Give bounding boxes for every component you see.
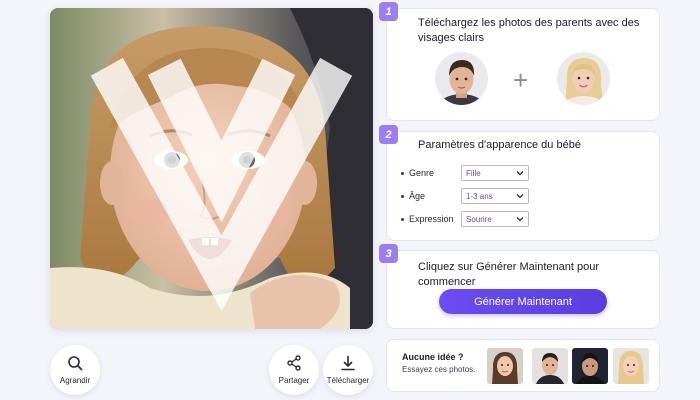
age-select[interactable]: 1-3 ans	[461, 188, 529, 204]
father-photo-upload[interactable]	[435, 52, 488, 105]
bullet	[401, 217, 404, 221]
sample-man-suit-image	[532, 348, 568, 384]
sample-photo-4[interactable]	[613, 348, 649, 384]
sample-woman-brunette-image	[487, 348, 523, 384]
gender-select[interactable]: Fille	[461, 165, 529, 181]
step-1-title: Téléchargez les photos des parents avec …	[418, 17, 640, 44]
gender-value: Fille	[466, 168, 481, 178]
chevron-down-icon	[516, 194, 524, 199]
age-label: Âge	[409, 191, 426, 201]
step-3-badge: 3	[379, 244, 398, 263]
bullet	[401, 194, 404, 198]
sample-photo-2[interactable]	[532, 348, 568, 384]
mother-photo-upload[interactable]	[557, 52, 610, 105]
zoom-button[interactable]: Agrandir	[50, 345, 100, 395]
share-label: Partager	[278, 376, 310, 385]
param-row-expression: Expression Sourire	[401, 211, 529, 227]
age-value: 1-3 ans	[466, 191, 493, 201]
chevron-down-icon	[516, 171, 524, 176]
download-label: Télécharger	[326, 376, 370, 385]
generated-baby-photo[interactable]	[50, 8, 373, 329]
step-2-appearance-panel: 2 Paramètres d'apparence du bébé Genre F…	[379, 125, 660, 241]
sample-photos-panel: Aucune idée ? Essayez ces photos.	[386, 339, 660, 392]
plus-icon: +	[513, 65, 529, 95]
step-1-upload-panel: 1 Téléchargez les photos des parents ave…	[379, 2, 660, 121]
gender-label: Genre	[409, 168, 435, 178]
generate-now-button[interactable]: Générer Maintenant	[439, 289, 607, 314]
param-row-age: Âge 1-3 ans	[401, 188, 529, 204]
step-2-title: Paramètres d'apparence du bébé	[418, 139, 581, 151]
father-face-image	[435, 52, 488, 105]
download-icon	[341, 355, 355, 371]
share-button[interactable]: Partager	[269, 345, 319, 395]
share-icon	[287, 355, 301, 371]
bullet	[401, 171, 404, 175]
download-button[interactable]: Télécharger	[323, 345, 373, 395]
expression-label: Expression	[409, 214, 454, 224]
sample-man-dark-image	[572, 348, 608, 384]
chevron-down-icon	[516, 217, 524, 222]
step-2-badge: 2	[379, 125, 398, 144]
mother-face-image	[557, 52, 610, 105]
step-3-generate-panel: 3 Cliquez sur Générer Maintenant pour co…	[379, 244, 660, 329]
step-3-title: Cliquez sur Générer Maintenant pour comm…	[418, 261, 599, 288]
magnifier-icon	[68, 356, 83, 371]
expression-select[interactable]: Sourire	[461, 211, 529, 227]
param-row-gender: Genre Fille	[401, 165, 529, 181]
sample-photo-1[interactable]	[487, 348, 523, 384]
sample-photo-3[interactable]	[572, 348, 608, 384]
step-1-badge: 1	[379, 2, 398, 21]
ideas-subtitle: Essayez ces photos.	[402, 365, 476, 374]
ideas-title: Aucune idée ?	[402, 352, 464, 362]
sample-woman-blonde-image	[613, 348, 649, 384]
zoom-label: Agrandir	[59, 376, 91, 385]
watermark-logo-icon	[90, 57, 353, 311]
expression-value: Sourire	[466, 214, 492, 224]
